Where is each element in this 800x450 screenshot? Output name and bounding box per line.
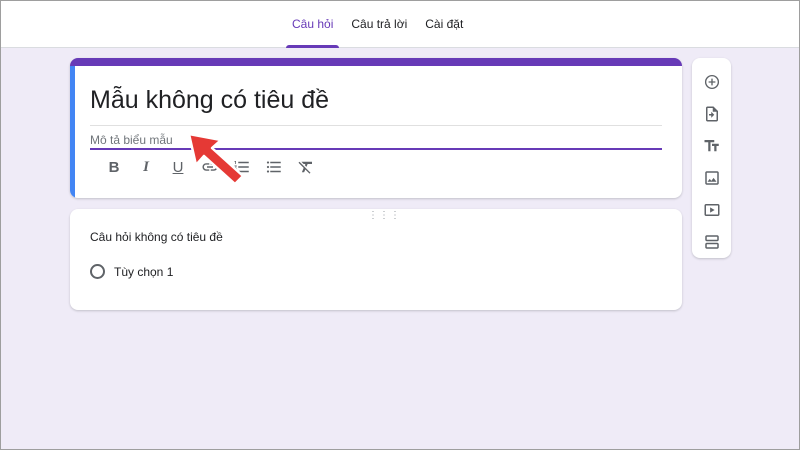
- italic-button[interactable]: I: [130, 155, 162, 179]
- bulleted-list-button[interactable]: [258, 155, 290, 179]
- bulleted-list-icon: [266, 161, 281, 173]
- add-video-button[interactable]: [698, 194, 726, 226]
- tab-list: Câu hỏi Câu trả lời Cài đặt: [284, 0, 473, 48]
- tab-settings[interactable]: Cài đặt: [417, 0, 471, 48]
- add-image-button[interactable]: [698, 162, 726, 194]
- add-title-icon: [704, 140, 719, 152]
- add-title-button[interactable]: [698, 130, 726, 162]
- add-image-icon: [704, 171, 719, 185]
- tab-responses[interactable]: Câu trả lời: [343, 0, 415, 48]
- add-section-icon: [704, 235, 719, 249]
- question-card[interactable]: ⋮⋮⋮ Câu hỏi không có tiêu đề Tùy chọn 1: [70, 209, 682, 310]
- import-questions-icon: [705, 106, 718, 122]
- red-arrow-annotation: [187, 132, 245, 186]
- tab-questions[interactable]: Câu hỏi: [284, 0, 341, 48]
- focus-accent-bar: [70, 66, 75, 198]
- form-title-input[interactable]: Mẫu không có tiêu đề: [90, 86, 662, 126]
- import-questions-button[interactable]: [698, 98, 726, 130]
- add-section-button[interactable]: [698, 226, 726, 258]
- question-title[interactable]: Câu hỏi không có tiêu đề: [90, 230, 223, 244]
- radio-icon: [90, 264, 105, 279]
- bold-button[interactable]: B: [98, 155, 130, 179]
- add-question-button[interactable]: [698, 66, 726, 98]
- clear-formatting-button[interactable]: [290, 155, 322, 179]
- form-header-card[interactable]: Mẫu không có tiêu đề Mô tả biểu mẫu B I …: [70, 58, 682, 198]
- add-question-icon: [704, 74, 719, 90]
- add-video-icon: [704, 204, 719, 216]
- top-tab-bar: Câu hỏi Câu trả lời Cài đặt: [0, 0, 800, 48]
- floating-toolbar: [692, 58, 731, 258]
- option-item[interactable]: Tùy chọn 1: [90, 264, 173, 279]
- clear-formatting-icon: [298, 161, 312, 174]
- form-description-input[interactable]: Mô tả biểu mẫu: [90, 129, 662, 150]
- option-label: Tùy chọn 1: [114, 264, 174, 279]
- drag-handle-icon[interactable]: ⋮⋮⋮: [368, 211, 401, 221]
